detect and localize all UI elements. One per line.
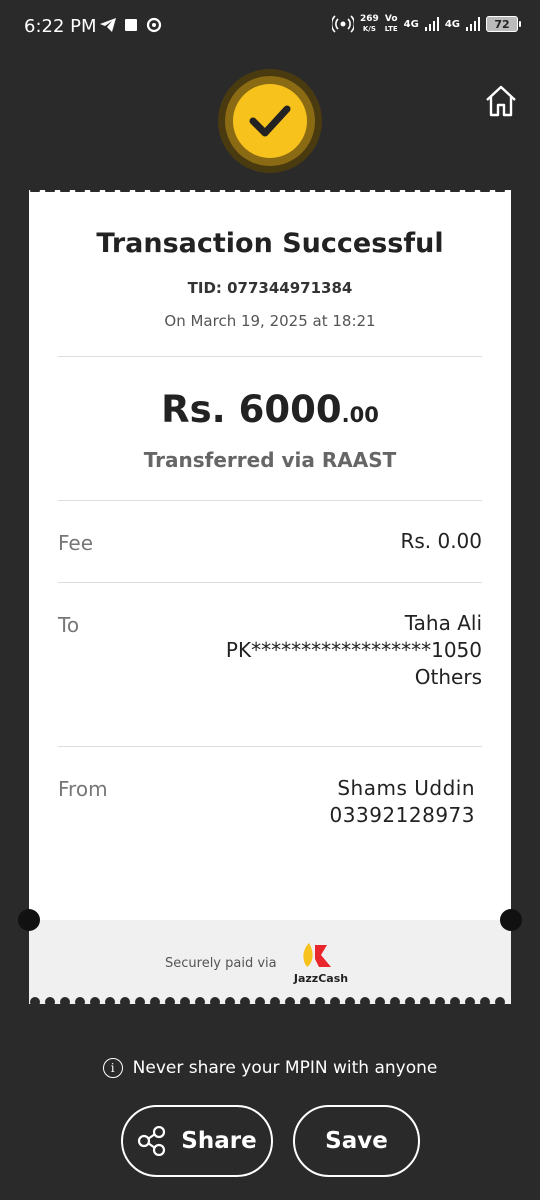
sync-icon (146, 17, 162, 33)
scallop-dot (105, 997, 115, 1007)
scallop-dot (75, 997, 85, 1007)
scallop-dot (300, 997, 310, 1007)
scallop-dot (90, 997, 100, 1007)
scallop-dot (30, 997, 40, 1007)
amount-decimal: .00 (341, 403, 379, 427)
transfer-method: Transferred via RAAST (143, 448, 397, 472)
stop-icon (125, 19, 137, 31)
share-icon (138, 1126, 166, 1156)
scallop-dot (240, 997, 250, 1007)
from-details: Shams Uddin 03392128973 (330, 775, 475, 829)
scallop-dot (390, 997, 400, 1007)
receipt-notch-right (500, 909, 522, 931)
security-warning: i Never share your MPIN with anyone (0, 1058, 540, 1078)
scallop-dot (195, 997, 205, 1007)
to-details: Taha Ali PK******************1050 Others (226, 610, 482, 691)
battery-indicator: 72 (486, 16, 521, 32)
save-label: Save (325, 1128, 388, 1154)
from-number: 03392128973 (329, 803, 475, 827)
scallop-dot (285, 997, 295, 1007)
scallop-dot (210, 997, 220, 1007)
scallop-dot (225, 997, 235, 1007)
scallop-dot (45, 997, 55, 1007)
signal-2-label: 4G (444, 18, 460, 30)
scallop-dot (375, 997, 385, 1007)
signal-icon (424, 17, 439, 31)
share-button[interactable]: Share (121, 1105, 273, 1177)
scallop-dot (405, 997, 415, 1007)
jazzcash-logo: JazzCash (293, 941, 349, 987)
volte-bottom: LTE (384, 25, 398, 33)
to-label: To (58, 613, 80, 637)
net-speed: 269 (360, 14, 379, 24)
divider (58, 582, 482, 583)
scallop-dot (435, 997, 445, 1007)
fee-label: Fee (58, 531, 94, 555)
scallop-dot (465, 997, 475, 1007)
to-name: Taha Ali (404, 611, 482, 635)
scallop-dot (315, 997, 325, 1007)
telegram-icon (100, 18, 116, 32)
share-label: Share (181, 1128, 257, 1154)
receipt-edge-bottom (29, 996, 511, 1007)
scallop-dot (330, 997, 340, 1007)
secure-footer: Securely paid via JazzCash (29, 920, 511, 1004)
scallop-dot (270, 997, 280, 1007)
scallop-dot (420, 997, 430, 1007)
divider (58, 356, 482, 357)
receipt-notch-left (18, 909, 40, 931)
transaction-id: TID: 077344971384 (187, 279, 353, 297)
receipt-card: Transaction Successful TID: 077344971384… (29, 192, 511, 1004)
amount-main: Rs. 6000 (161, 388, 342, 431)
scallop-dot (345, 997, 355, 1007)
signal-1-label: 4G (403, 18, 419, 30)
to-account: PK******************1050 (225, 638, 482, 662)
from-label: From (58, 777, 108, 801)
divider (58, 500, 482, 501)
hotspot-icon (332, 15, 354, 33)
transaction-date: On March 19, 2025 at 18:21 (164, 312, 376, 330)
success-badge (218, 69, 322, 173)
to-bank: Others (414, 665, 482, 689)
secure-text: Securely paid via (165, 956, 277, 971)
transaction-title: Transaction Successful (96, 228, 444, 259)
save-button[interactable]: Save (293, 1105, 420, 1177)
from-name: Shams Uddin (337, 776, 475, 800)
status-bar: 6:22 PM 269 K/S Vo LTE 4G 4G 72 (0, 0, 540, 56)
scallop-dot (135, 997, 145, 1007)
divider (58, 746, 482, 747)
jazzcash-mark-icon (303, 943, 331, 967)
scallop-dot (450, 997, 460, 1007)
status-time: 6:22 PM (24, 16, 97, 37)
signal-icon (466, 17, 480, 31)
scallop-dot (480, 997, 490, 1007)
scallop-dot (180, 997, 190, 1007)
scallop-dot (120, 997, 130, 1007)
net-unit: K/S (362, 25, 376, 33)
volte-top: Vo (384, 14, 398, 24)
home-icon[interactable] (484, 84, 518, 118)
scallop-dot (255, 997, 265, 1007)
scallop-dot (495, 997, 505, 1007)
warning-text: Never share your MPIN with anyone (132, 1058, 438, 1078)
scallop-dot (60, 997, 70, 1007)
jazzcash-name: JazzCash (293, 972, 349, 985)
info-icon: i (102, 1058, 123, 1078)
transaction-amount: Rs. 6000.00 (29, 388, 511, 431)
fee-value: Rs. 0.00 (400, 529, 482, 553)
scallop-dot (165, 997, 175, 1007)
scallop-dot (150, 997, 160, 1007)
check-icon (249, 105, 291, 137)
scallop-dot (360, 997, 370, 1007)
